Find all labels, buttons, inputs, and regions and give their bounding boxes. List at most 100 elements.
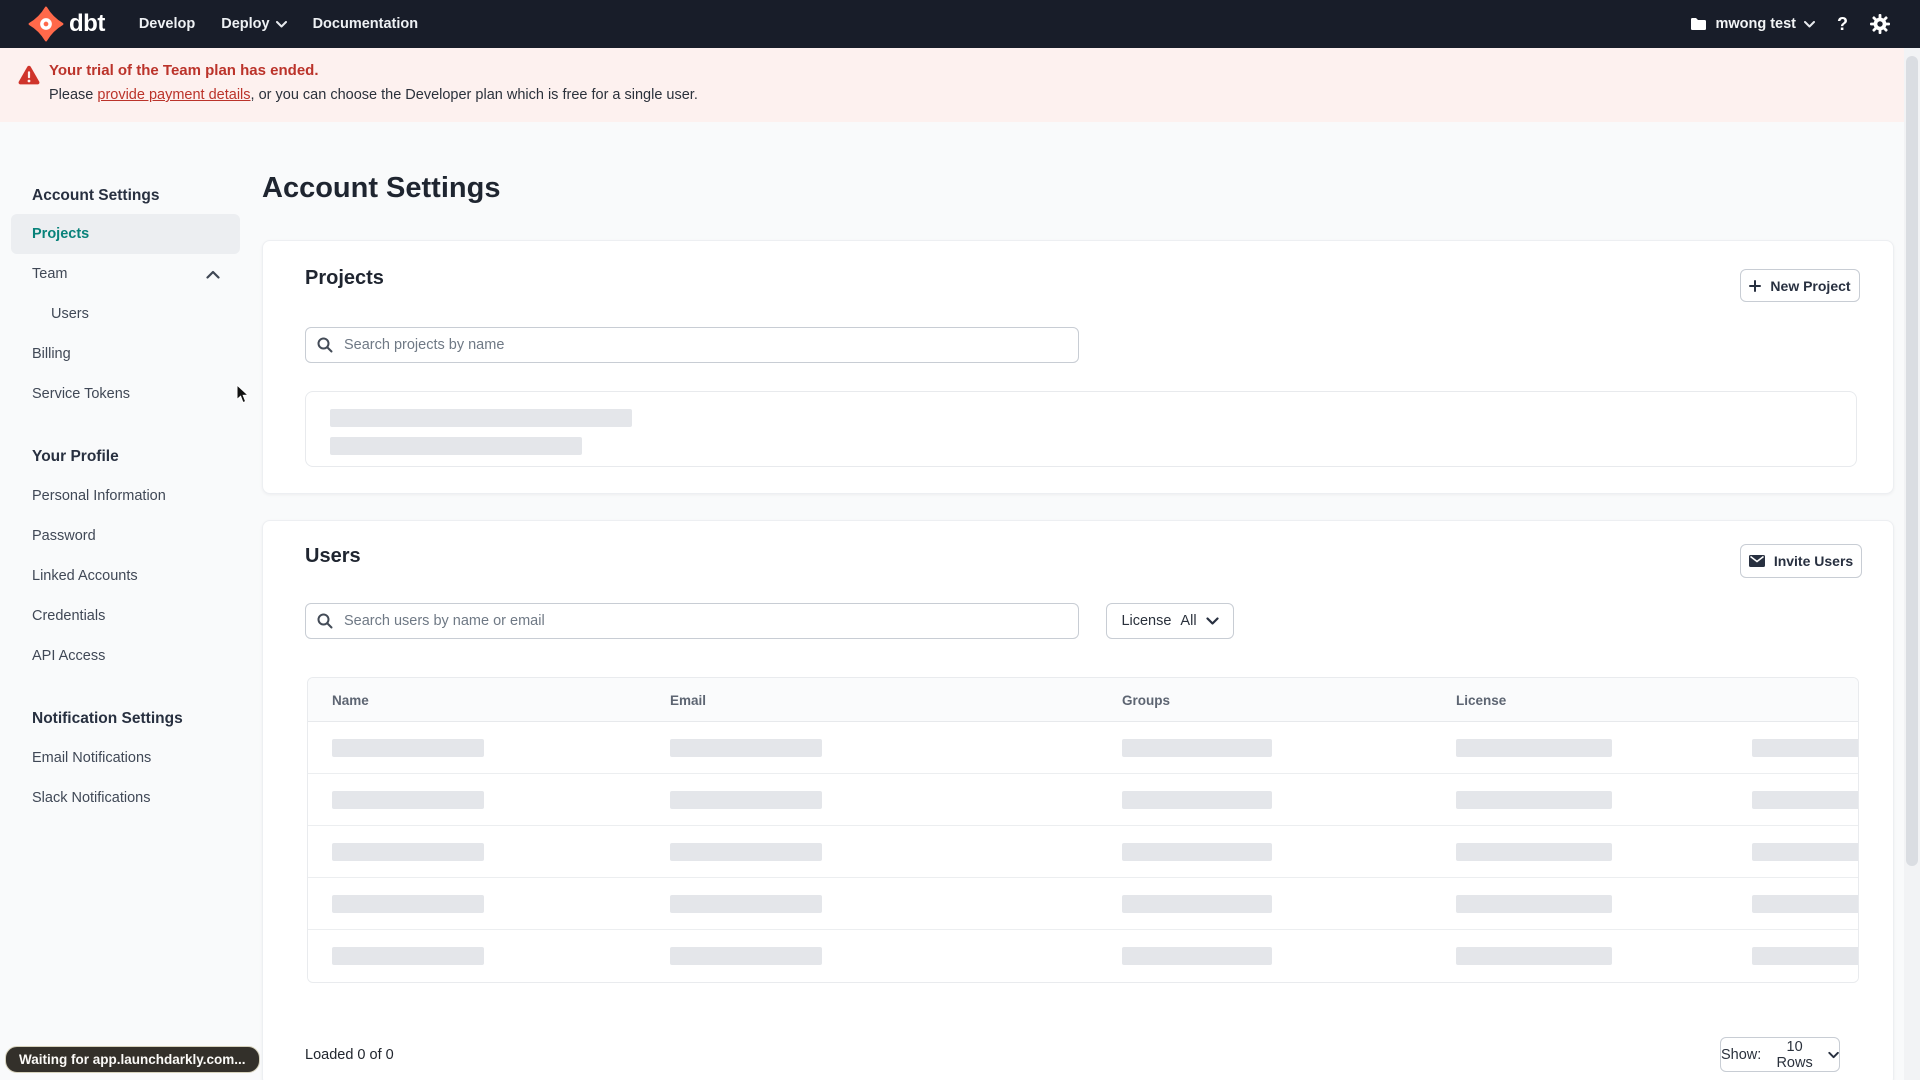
table-row-skeleton [308,774,1858,826]
skeleton-bar [670,895,822,913]
sidebar-item-projects[interactable]: Projects [11,214,240,254]
users-card-title: Users [305,545,361,567]
sidebar-item-users[interactable]: Users [11,294,240,334]
sidebar-item-label: Projects [32,226,90,242]
skeleton-bar [670,791,822,809]
sidebar-item-password[interactable]: Password [11,516,240,556]
users-search-input[interactable] [305,603,1079,639]
table-row-skeleton [308,930,1858,982]
chevron-down-icon [275,20,287,27]
projects-card: Projects New Project [262,240,1894,494]
sidebar-item-label: Billing [32,346,71,362]
top-nav: dbt Develop Deploy Documentation mwong t… [0,0,1920,48]
sidebar-item-billing[interactable]: Billing [11,334,240,374]
sidebar-item-service-tokens[interactable]: Service Tokens [11,374,240,414]
folder-icon [1691,18,1707,30]
table-row-skeleton [308,722,1858,774]
skeleton-bar [1456,947,1612,965]
license-filter-dropdown[interactable]: License All [1106,603,1234,639]
table-row-skeleton [308,878,1858,930]
sidebar-item-label: Users [51,306,89,322]
sidebar-item-slack-notifications[interactable]: Slack Notifications [11,778,240,818]
sidebar-item-api-access[interactable]: API Access [11,636,240,676]
column-header-email: Email [670,692,707,708]
nav-develop-label: Develop [138,16,196,32]
sidebar-heading-account-settings: Account Settings [32,187,160,204]
sidebar-heading-your-profile: Your Profile [32,448,119,465]
gear-icon[interactable] [1870,14,1890,34]
skeleton-bar [332,843,484,861]
nav-documentation-label: Documentation [312,16,419,32]
show-rows-label: Show: [1721,1046,1762,1063]
sidebar-item-label: Slack Notifications [32,790,151,806]
sidebar-item-linked-accounts[interactable]: Linked Accounts [11,556,240,596]
scrollbar-thumb[interactable] [1906,56,1918,866]
nav-item-deploy[interactable]: Deploy [221,16,287,32]
skeleton-bar [670,947,822,965]
new-project-label: New Project [1770,277,1851,294]
sidebar-item-label: Linked Accounts [32,568,138,584]
settings-sidebar: Account Settings Projects Team Users Bil… [11,178,240,818]
sidebar-item-personal-information[interactable]: Personal Information [11,476,240,516]
skeleton-bar [1122,895,1272,913]
payment-details-link[interactable]: provide payment details [97,87,250,103]
skeleton-bar [1122,739,1272,757]
sidebar-item-label: Password [32,528,96,544]
skeleton-bar [330,409,632,427]
skeleton-bar [670,843,822,861]
nav-item-documentation[interactable]: Documentation [313,16,419,32]
sidebar-item-label: Credentials [32,608,106,624]
skeleton-bar [1456,739,1612,757]
skeleton-bar [330,437,582,455]
scrollbar-track[interactable] [1904,48,1920,1080]
account-name: mwong test [1715,16,1796,32]
chevron-up-icon [206,270,220,279]
help-icon[interactable]: ? [1837,15,1848,33]
sidebar-item-credentials[interactable]: Credentials [11,596,240,636]
skeleton-bar [1752,739,1858,757]
chevron-down-icon [1828,1051,1839,1058]
sidebar-item-label: Email Notifications [32,750,152,766]
chevron-down-icon [1804,20,1815,27]
skeleton-bar [1122,843,1272,861]
dbt-logo-text: dbt [69,10,105,37]
skeleton-bar [1456,895,1612,913]
envelope-icon [1748,555,1765,567]
sidebar-item-team[interactable]: Team [11,254,240,294]
dbt-logo[interactable]: dbt [28,6,105,42]
skeleton-bar [1456,791,1612,809]
skeleton-bar [332,791,484,809]
column-header-name: Name [332,692,369,708]
skeleton-bar [1752,895,1858,913]
nav-item-develop[interactable]: Develop [139,16,195,32]
show-rows-dropdown[interactable]: Show: 10 Rows [1720,1037,1840,1072]
column-header-license: License [1456,692,1507,708]
invite-users-button[interactable]: Invite Users [1740,544,1862,578]
users-search [305,603,1079,639]
page-title: Account Settings [262,172,501,204]
show-rows-value: 10 Rows [1776,1038,1813,1071]
projects-loading-placeholder [305,391,1857,467]
skeleton-bar [1122,947,1272,965]
projects-search-input[interactable] [305,327,1079,363]
plus-icon [1749,279,1762,292]
chevron-down-icon [1205,617,1219,625]
banner-body: Please provide payment details, or you c… [49,87,698,103]
sidebar-item-label: Team [32,266,68,282]
skeleton-bar [332,947,484,965]
sidebar-item-email-notifications[interactable]: Email Notifications [11,738,240,778]
skeleton-bar [1122,791,1272,809]
skeleton-bar [1456,843,1612,861]
skeleton-bar [1752,843,1858,861]
sidebar-item-label: API Access [32,648,106,664]
trial-ended-banner: Your trial of the Team plan has ended. P… [0,48,1920,122]
search-icon [317,337,333,353]
account-switcher[interactable]: mwong test [1690,16,1815,32]
skeleton-bar [670,739,822,757]
loaded-count-text: Loaded 0 of 0 [305,1047,394,1063]
sidebar-heading-notification-settings: Notification Settings [32,710,183,727]
dbt-logo-icon [28,6,64,42]
skeleton-bar [332,895,484,913]
projects-card-title: Projects [305,267,384,289]
new-project-button[interactable]: New Project [1740,269,1860,302]
